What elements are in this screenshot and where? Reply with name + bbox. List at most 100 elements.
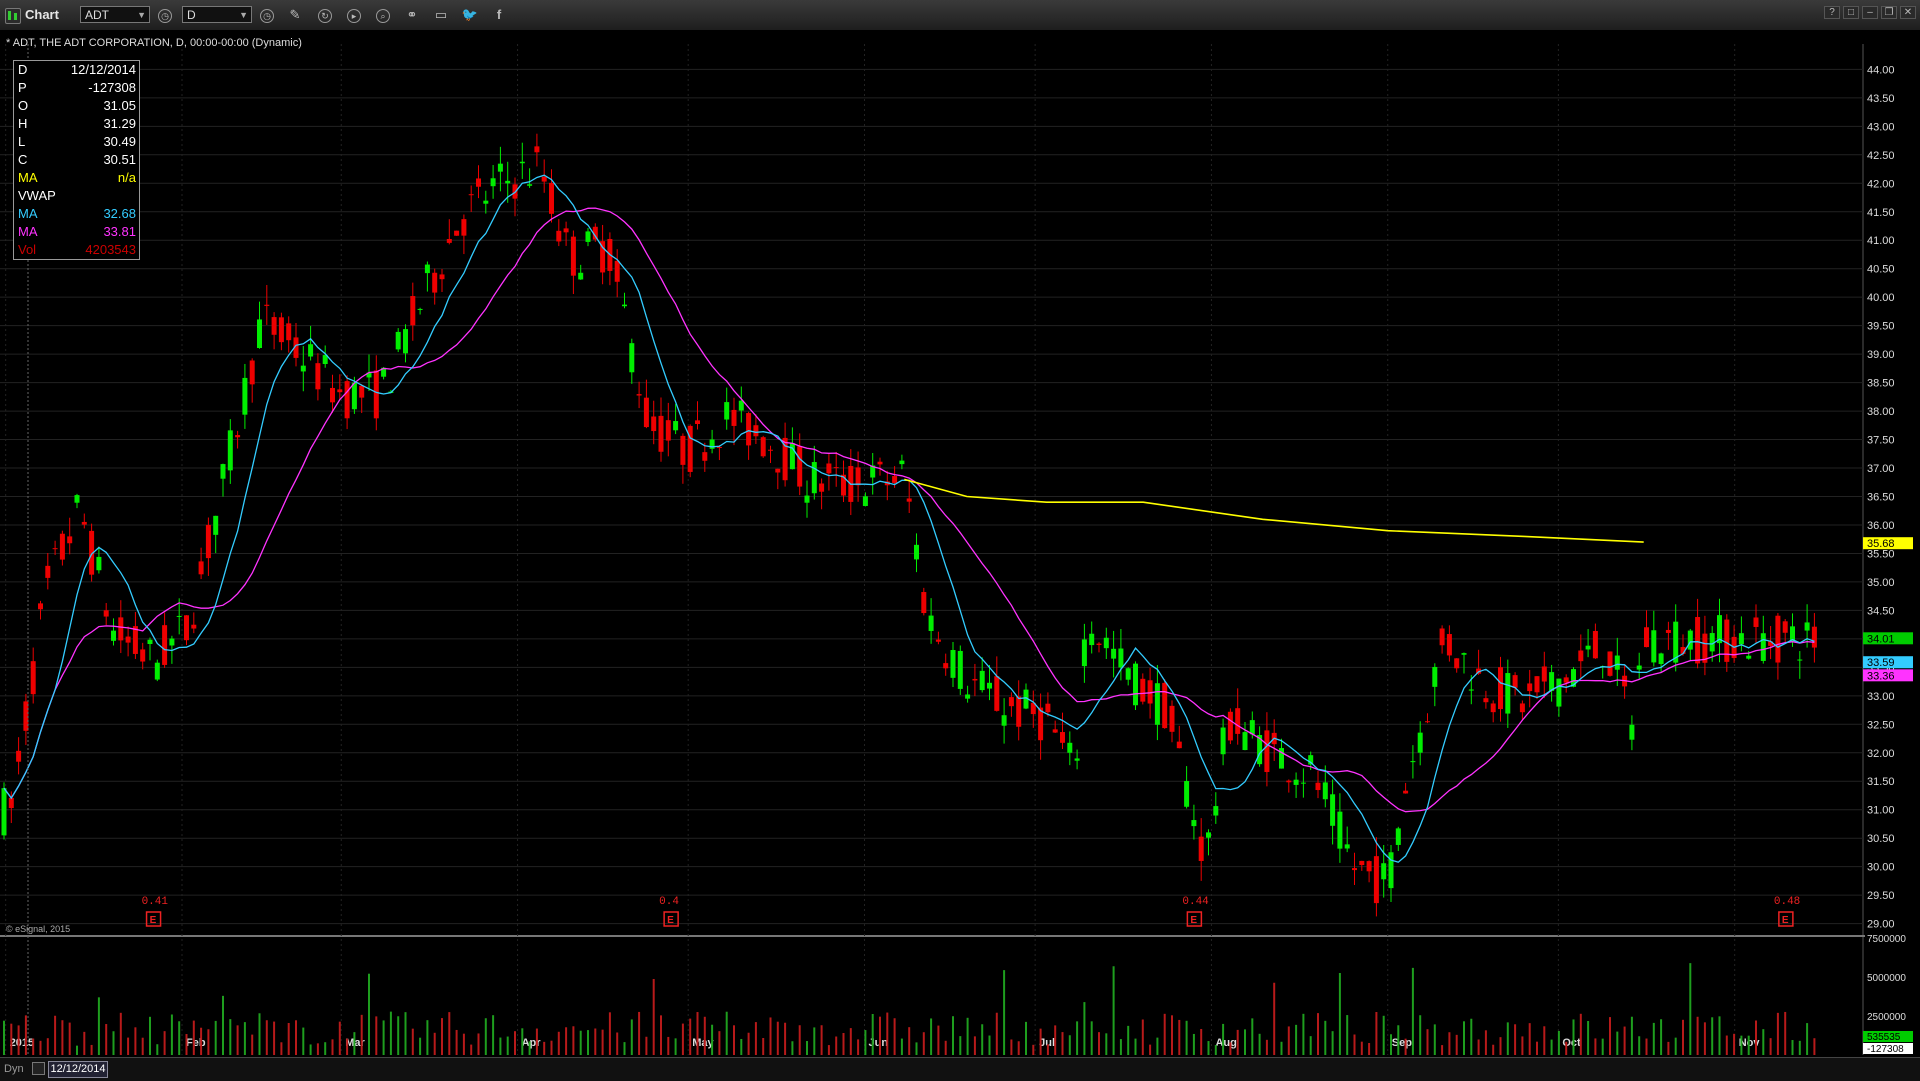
candle-body [1804, 622, 1810, 631]
candle-body [257, 319, 262, 349]
chevron-down-icon[interactable]: ▼ [137, 7, 146, 24]
candle-body [8, 797, 14, 809]
chart-header: * ADT, THE ADT CORPORATION, D, 00:00-00:… [6, 37, 302, 49]
zoom-icon[interactable]: ⌕ [376, 9, 390, 23]
help-button[interactable]: ? [1824, 6, 1840, 19]
candle-body [147, 639, 153, 644]
candle-body [702, 452, 708, 461]
candle-body [855, 467, 861, 486]
maximize-button[interactable]: ❐ [1881, 6, 1897, 19]
candle-body [220, 464, 226, 479]
candle-body [1111, 648, 1117, 659]
earnings-value: 0.41 [142, 896, 169, 908]
restore-button[interactable]: □ [1843, 6, 1859, 19]
candle-body [906, 498, 912, 502]
earnings-value: 0.44 [1182, 896, 1209, 908]
candle-body [483, 200, 489, 204]
candle-body [695, 420, 700, 424]
candle-body [1563, 677, 1569, 683]
minimize-button[interactable]: – [1862, 6, 1878, 19]
toggle-icon[interactable] [32, 1062, 45, 1075]
y-tick-label: 31.00 [1867, 805, 1895, 817]
legend-label: MA [18, 170, 38, 185]
candle-body [308, 344, 314, 357]
candle-body [892, 476, 898, 483]
y-tick-label: 34.50 [1867, 605, 1895, 617]
candle-body [1585, 645, 1591, 650]
candle-body [235, 435, 241, 438]
candle-body [403, 329, 408, 354]
candle-body [454, 230, 460, 236]
candle-body [1425, 721, 1430, 723]
candle-body [804, 495, 810, 503]
candle-body [1417, 732, 1423, 753]
candle-body [716, 446, 722, 448]
candle-body [286, 323, 292, 341]
candle-body [1315, 782, 1321, 791]
pencil-icon[interactable]: ✎ [286, 6, 304, 24]
symbol-value: ADT [85, 8, 109, 22]
legend-row: O 31.05 [14, 97, 139, 115]
candle-body [1038, 707, 1044, 741]
candle-body [1103, 637, 1109, 649]
candle-body [724, 402, 730, 420]
candle-body [1118, 648, 1124, 668]
legend-label: L [18, 134, 26, 149]
candle-body [994, 676, 1000, 711]
play-icon[interactable]: ▸ [347, 9, 361, 23]
candle-body [1293, 779, 1299, 785]
candle-body [1206, 832, 1211, 838]
candle-body [1373, 856, 1379, 904]
cursor-date[interactable]: 12/12/2014 [48, 1061, 108, 1078]
y-tick-label: 43.50 [1867, 93, 1895, 105]
dyn-label: Dyn [4, 1063, 24, 1075]
symbol-input[interactable]: ADT ▼ [80, 6, 150, 23]
interval-input[interactable]: D ▼ [182, 6, 252, 23]
chevron-down-icon[interactable]: ▼ [239, 7, 248, 24]
candle-body [651, 416, 657, 432]
candle-body [1724, 619, 1730, 662]
candle-body [1242, 732, 1248, 751]
candle-body [118, 617, 124, 641]
candle-body [1614, 655, 1620, 670]
legend-value: 4203543 [85, 242, 136, 257]
title-bar: Chart ADT ▼ ◷ D ▼ ◷ ✎ ↻ ▸ ⌕ ⚭ ▭ 🐦 f ? □ – ❐… [0, 0, 1920, 31]
comment-icon[interactable]: ▭ [432, 6, 450, 24]
candle-body [1045, 703, 1051, 713]
volume-tick-label: 7500000 [1867, 934, 1906, 945]
clock-icon[interactable]: ◷ [158, 9, 172, 23]
candle-body [877, 461, 883, 465]
candle-body [439, 274, 445, 280]
clock-icon[interactable]: ◷ [260, 9, 274, 23]
candle-body [914, 544, 919, 560]
price-chart[interactable]: 44.00 43.50 43.00 42.50 42.00 41.50 41.00 40.50… [0, 30, 1920, 1057]
candle-body [950, 650, 956, 678]
candle-body [505, 180, 511, 184]
candle-body [1490, 703, 1496, 713]
y-tick-label: 37.00 [1867, 463, 1895, 475]
candle-body [1578, 650, 1584, 662]
candle-body [154, 662, 160, 680]
legend-label: H [18, 116, 28, 131]
candle-body [534, 146, 540, 153]
candle-body [81, 521, 87, 525]
candle-body [658, 415, 664, 452]
refresh-icon[interactable]: ↻ [318, 9, 332, 23]
x-tick-label: Feb [186, 1037, 206, 1049]
facebook-icon[interactable]: f [490, 6, 508, 24]
candle-body [1081, 639, 1087, 667]
candle-body [1089, 633, 1095, 646]
candle-body [680, 435, 686, 465]
candle-body [1060, 732, 1065, 743]
link-icon[interactable]: ⚭ [403, 6, 421, 24]
candle-body [972, 678, 978, 681]
candle-body [111, 630, 116, 641]
candle-body [468, 194, 474, 196]
candle-body [965, 694, 971, 699]
close-button[interactable]: ✕ [1900, 6, 1916, 19]
y-tick-label: 39.00 [1867, 349, 1895, 361]
legend-value: 33.81 [103, 224, 136, 239]
twitter-icon[interactable]: 🐦 [461, 6, 479, 24]
candle-body [760, 437, 766, 457]
legend-value: 31.29 [103, 116, 136, 131]
